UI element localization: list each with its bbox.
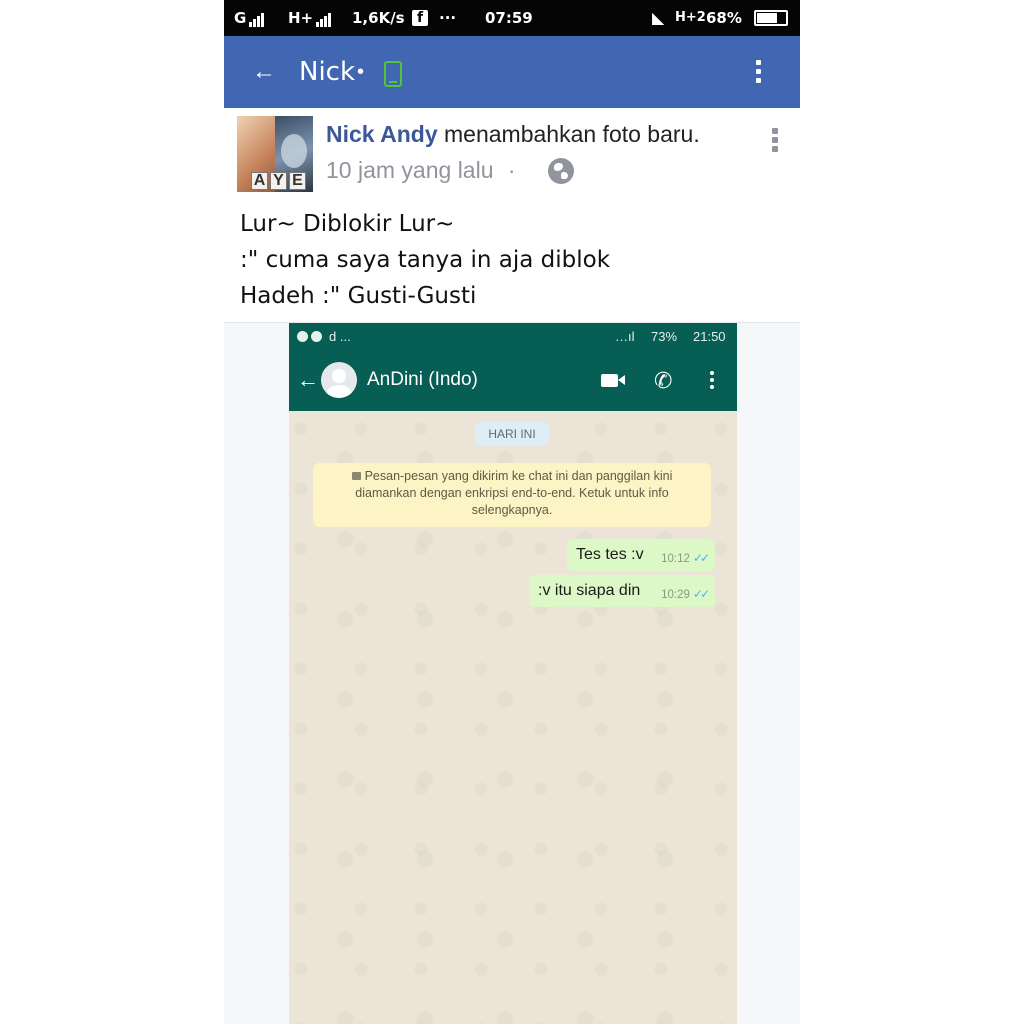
chat-header: ← AnDini (Indo) ✆ xyxy=(289,351,737,411)
clock: 07:59 xyxy=(485,9,533,27)
notice-line: Pesan-pesan yang dikirim ke chat ini dan… xyxy=(364,469,673,483)
network-type-1: G xyxy=(234,9,247,27)
post-options-icon[interactable] xyxy=(772,128,780,158)
network-speed: 1,6K/s xyxy=(352,9,405,27)
signal-icon xyxy=(249,9,265,27)
network-type-3: H+2 xyxy=(675,10,706,25)
lock-icon xyxy=(351,472,361,480)
signal-icon-2 xyxy=(316,9,332,27)
contact-avatar[interactable] xyxy=(321,362,357,398)
notification-more: d ... xyxy=(329,329,351,344)
post-text-line: :" cuma saya tanya in aja diblok xyxy=(240,247,611,273)
read-ticks-icon: ✓✓ xyxy=(692,587,710,601)
notice-line: selengkapnya. xyxy=(471,503,553,517)
page-title: Nick xyxy=(299,57,356,87)
more-options-icon[interactable] xyxy=(709,371,715,393)
back-arrow-icon[interactable]: ← xyxy=(297,367,319,393)
app-header: ← Nick • xyxy=(224,36,800,108)
read-ticks-icon: ✓✓ xyxy=(692,551,710,565)
message-text: :v itu siapa din xyxy=(538,582,641,599)
outgoing-message[interactable]: :v itu siapa din 10:29 ✓✓ xyxy=(529,575,715,607)
title-separator: • xyxy=(357,61,365,83)
network-type-2: H+ xyxy=(288,9,314,27)
post-text-line: Hadeh :" Gusti-Gusti xyxy=(240,283,477,309)
more-notifications-icon: ··· xyxy=(439,9,457,27)
avatar-letter: A xyxy=(251,172,268,190)
post-header-line: Nick Andy menambahkan foto baru. xyxy=(326,118,700,150)
wa-clock: 21:50 xyxy=(693,329,726,344)
post-time-text: 10 jam yang lalu xyxy=(326,157,494,183)
mobile-phone-icon xyxy=(384,61,402,87)
post-body: Lur~ Diblokir Lur~ :" cuma saya tanya in… xyxy=(240,206,780,314)
globe-icon xyxy=(548,158,574,184)
whatsapp-screenshot: d ... …ıl 73% 21:50 ← AnDini (Indo) ✆ HA… xyxy=(289,323,737,1024)
post-time-separator: · xyxy=(507,157,516,183)
post-author-link[interactable]: Nick Andy xyxy=(326,121,438,147)
phone-icon[interactable]: ✆ xyxy=(654,368,672,394)
status-bar: G H+ 1,6K/s f ··· 07:59 ◣ H+2 68% xyxy=(224,0,800,36)
more-options-icon[interactable] xyxy=(750,60,766,90)
notice-line: diamankan dengan enkripsi end-to-end. Ke… xyxy=(355,486,669,500)
battery-icon xyxy=(754,10,788,26)
post-text-line: Lur~ Diblokir Lur~ xyxy=(240,211,455,237)
outgoing-message[interactable]: Tes tes :v 10:12 ✓✓ xyxy=(567,539,715,571)
message-time: 10:29 xyxy=(661,589,690,601)
message-meta: 10:29 ✓✓ xyxy=(661,587,710,602)
back-arrow-icon[interactable]: ← xyxy=(252,58,276,86)
message-text: Tes tes :v xyxy=(576,546,644,563)
notification-icons xyxy=(297,329,325,345)
chat-area: HARI INI Pesan-pesan yang dikirim ke cha… xyxy=(289,411,737,1024)
facebook-notification-icon: f xyxy=(412,10,428,26)
avatar[interactable]: AYE xyxy=(237,116,313,192)
wa-battery-percent: 73% xyxy=(651,329,678,344)
whatsapp-status-bar: d ... …ıl 73% 21:50 xyxy=(289,323,737,351)
post-action-text: menambahkan foto baru. xyxy=(444,121,700,147)
contact-name[interactable]: AnDini (Indo) xyxy=(367,367,478,393)
date-badge: HARI INI xyxy=(475,422,549,446)
avatar-letter: E xyxy=(289,172,306,190)
mute-icon: ◣ xyxy=(652,8,665,27)
wifi-signal-icon: …ıl xyxy=(615,329,635,344)
message-time: 10:12 xyxy=(661,553,690,565)
post-photo[interactable]: d ... …ıl 73% 21:50 ← AnDini (Indo) ✆ HA… xyxy=(224,322,800,1024)
message-meta: 10:12 ✓✓ xyxy=(661,551,710,566)
avatar-letter: Y xyxy=(270,172,287,190)
video-camera-icon[interactable] xyxy=(601,374,625,387)
battery-percent: 68% xyxy=(706,9,742,27)
encryption-notice[interactable]: Pesan-pesan yang dikirim ke chat ini dan… xyxy=(313,463,711,527)
post-timestamp[interactable]: 10 jam yang lalu · xyxy=(326,154,516,186)
screenshot: G H+ 1,6K/s f ··· 07:59 ◣ H+2 68% ← Nick… xyxy=(224,0,800,1024)
